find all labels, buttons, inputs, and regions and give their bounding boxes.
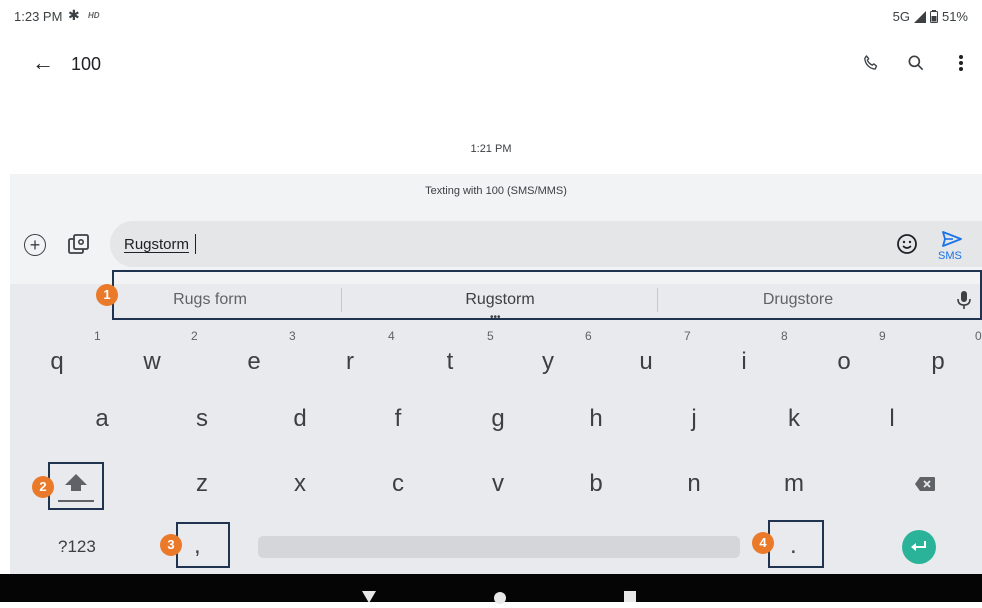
texting-banner-text: Texting with 100 (SMS/MMS) xyxy=(425,185,567,197)
send-button[interactable]: SMS xyxy=(936,230,968,264)
navigation-bar xyxy=(0,574,982,602)
annotation-marker-3: 3 xyxy=(160,534,182,556)
key-e-hint: 3 xyxy=(289,329,296,343)
backspace-key[interactable] xyxy=(914,476,936,497)
key-a[interactable]: a xyxy=(72,405,132,433)
gallery-icon[interactable] xyxy=(66,232,92,258)
key-c[interactable]: c xyxy=(368,470,428,498)
emoji-icon[interactable] xyxy=(896,233,918,255)
key-u[interactable]: u xyxy=(616,348,676,376)
more-vert-icon[interactable] xyxy=(948,50,974,76)
key-t[interactable]: t xyxy=(420,348,480,376)
key-h[interactable]: h xyxy=(566,405,626,433)
comma-key[interactable]: , xyxy=(194,532,201,560)
enter-arrow-icon xyxy=(911,541,926,551)
enter-key[interactable] xyxy=(902,530,936,564)
backspace-icon xyxy=(915,477,935,491)
battery-icon xyxy=(929,10,938,23)
key-j[interactable]: j xyxy=(664,405,724,433)
key-w-hint: 2 xyxy=(191,329,198,343)
key-f[interactable]: f xyxy=(368,405,428,433)
annotation-box-1 xyxy=(112,270,982,320)
key-o[interactable]: o xyxy=(814,348,874,376)
key-u-hint: 7 xyxy=(684,329,691,343)
shift-key[interactable] xyxy=(52,466,100,506)
space-bar[interactable] xyxy=(258,536,740,558)
key-m[interactable]: m xyxy=(764,470,824,498)
key-d[interactable]: d xyxy=(270,405,330,433)
add-icon[interactable]: + xyxy=(24,234,46,256)
hd-badge: HD xyxy=(88,11,100,20)
nav-back-icon[interactable] xyxy=(362,590,376,608)
signal-icon xyxy=(913,10,926,23)
send-icon xyxy=(942,231,962,247)
signal-text: 5G xyxy=(892,9,910,24)
key-p[interactable]: p xyxy=(908,348,968,376)
annotation-marker-1: 1 xyxy=(96,284,118,306)
battery-text: 51% xyxy=(941,9,968,24)
period-key[interactable]: . xyxy=(790,532,797,560)
key-n[interactable]: n xyxy=(664,470,724,498)
key-r-hint: 4 xyxy=(388,329,395,343)
key-y-hint: 6 xyxy=(585,329,592,343)
text-cursor xyxy=(195,234,196,254)
status-right: 5G 51% xyxy=(893,9,968,24)
key-w[interactable]: w xyxy=(122,348,182,376)
key-v[interactable]: v xyxy=(468,470,528,498)
phone-icon[interactable] xyxy=(858,50,884,76)
key-g[interactable]: g xyxy=(468,405,528,433)
key-l[interactable]: l xyxy=(862,405,922,433)
key-r[interactable]: r xyxy=(320,348,380,376)
key-p-hint: 0 xyxy=(975,329,982,343)
key-o-hint: 9 xyxy=(879,329,886,343)
key-s[interactable]: s xyxy=(172,405,232,433)
texting-banner: Texting with 100 (SMS/MMS) xyxy=(10,174,982,208)
search-icon[interactable] xyxy=(903,50,929,76)
key-i[interactable]: i xyxy=(714,348,774,376)
shift-arrow-icon xyxy=(58,474,94,502)
send-label: SMS xyxy=(938,250,962,262)
message-timestamp: 1:21 PM xyxy=(470,143,512,155)
key-z[interactable]: z xyxy=(172,470,232,498)
gear-icon: ✱ xyxy=(68,7,80,23)
message-input[interactable] xyxy=(110,221,982,267)
key-k[interactable]: k xyxy=(764,405,824,433)
key-y[interactable]: y xyxy=(518,348,578,376)
key-b[interactable]: b xyxy=(566,470,626,498)
symbols-key[interactable]: ?123 xyxy=(58,537,96,557)
message-input-text[interactable]: Rugstorm xyxy=(124,236,189,253)
annotation-box-3 xyxy=(176,522,230,568)
key-e[interactable]: e xyxy=(224,348,284,376)
status-time: 1:23 PM xyxy=(14,9,63,24)
back-arrow-icon[interactable]: ← xyxy=(32,50,54,76)
conversation-title: 100 xyxy=(71,54,102,74)
key-t-hint: 5 xyxy=(487,329,494,343)
key-i-hint: 8 xyxy=(781,329,788,343)
key-q[interactable]: q xyxy=(27,348,87,376)
key-x[interactable]: x xyxy=(270,470,330,498)
nav-recents-icon[interactable] xyxy=(624,591,636,602)
key-q-hint: 1 xyxy=(94,329,101,343)
nav-home-icon[interactable] xyxy=(494,592,506,604)
annotation-marker-4: 4 xyxy=(752,532,774,554)
annotation-marker-2: 2 xyxy=(32,476,54,498)
